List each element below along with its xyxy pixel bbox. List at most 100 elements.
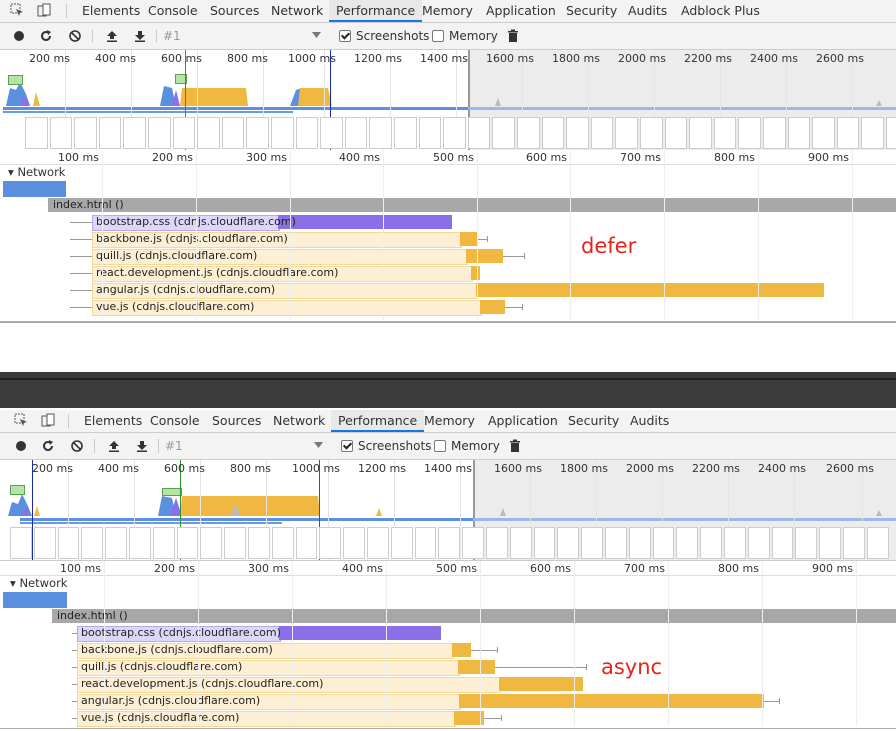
screenshot-frame[interactable] <box>176 527 199 559</box>
screenshot-frame[interactable] <box>295 117 319 149</box>
screenshot-frame[interactable] <box>123 117 146 149</box>
screenshot-frame[interactable] <box>271 117 294 149</box>
screenshot-frame[interactable] <box>533 527 556 559</box>
screenshot-frame[interactable] <box>248 527 270 559</box>
screenshot-frame[interactable] <box>343 527 365 559</box>
recording-select[interactable]: #1 <box>165 439 183 453</box>
screenshot-frame[interactable] <box>197 117 220 149</box>
device-toolbar-icon[interactable] <box>41 413 55 427</box>
screenshot-frame[interactable] <box>700 527 722 559</box>
screenshot-frame[interactable] <box>33 527 56 559</box>
screenshot-frame[interactable] <box>689 117 712 149</box>
request-download-bar[interactable] <box>459 694 764 708</box>
screenshot-frame[interactable] <box>418 117 442 149</box>
screenshot-frame[interactable] <box>886 117 896 149</box>
screenshot-frame[interactable] <box>367 527 389 559</box>
screenshot-frame[interactable] <box>390 527 413 559</box>
request-download-bar[interactable] <box>278 215 452 229</box>
trash-icon[interactable] <box>507 438 523 454</box>
device-toolbar-icon[interactable] <box>37 3 51 17</box>
memory-checkbox[interactable] <box>434 440 446 452</box>
screenshot-frame[interactable] <box>581 527 603 559</box>
screenshots-checkbox[interactable] <box>341 440 353 452</box>
request-download-bar[interactable] <box>452 643 471 657</box>
tab-network[interactable]: Network <box>264 0 330 22</box>
screenshot-frame[interactable] <box>57 527 80 559</box>
screenshot-frame[interactable] <box>98 117 122 149</box>
tab-performance[interactable]: Performance <box>329 0 423 22</box>
tab-application[interactable]: Application <box>481 410 565 432</box>
tab-memory[interactable]: Memory <box>415 0 480 22</box>
upload-icon[interactable] <box>104 28 120 44</box>
screenshot-frame[interactable] <box>271 527 294 559</box>
screenshot-frame[interactable] <box>25 117 48 149</box>
timeline-overview[interactable]: 200 ms 400 ms 600 ms 800 ms 1000 ms 1200 ms 14… <box>0 460 896 561</box>
screenshot-frame[interactable] <box>81 527 104 559</box>
screenshot-frame[interactable] <box>394 117 417 149</box>
screenshot-frame[interactable] <box>747 527 770 559</box>
screenshot-frame[interactable] <box>221 117 245 149</box>
screenshot-frame[interactable] <box>640 117 663 149</box>
screenshot-frame[interactable] <box>369 117 392 149</box>
inspect-element-icon[interactable] <box>10 3 24 17</box>
screenshot-frame[interactable] <box>517 117 540 149</box>
screenshot-frame[interactable] <box>319 527 342 559</box>
screenshot-frame[interactable] <box>320 117 343 149</box>
screenshot-frame[interactable] <box>605 527 627 559</box>
screenshot-frame[interactable] <box>566 117 589 149</box>
screenshot-frame[interactable] <box>492 117 515 149</box>
screenshot-frame[interactable] <box>763 117 786 149</box>
screenshot-frame[interactable] <box>438 527 461 559</box>
tab-console[interactable]: Console <box>143 410 207 432</box>
recording-select[interactable]: #1 <box>163 29 181 43</box>
screenshot-frame[interactable] <box>787 117 811 149</box>
screenshot-frame[interactable] <box>74 117 97 149</box>
screenshot-frame[interactable] <box>105 527 127 559</box>
network-track-label[interactable]: ▾ Network <box>8 165 65 179</box>
tab-console[interactable]: Console <box>141 0 205 22</box>
tab-security[interactable]: Security <box>559 0 624 22</box>
request-download-bar[interactable] <box>476 283 824 297</box>
download-icon[interactable] <box>134 438 150 454</box>
reload-icon[interactable] <box>40 438 56 454</box>
chevron-down-icon[interactable] <box>312 32 321 39</box>
download-icon[interactable] <box>132 28 148 44</box>
screenshot-frame[interactable] <box>486 527 508 559</box>
request-download-bar[interactable] <box>471 266 480 280</box>
reload-icon[interactable] <box>38 28 54 44</box>
screenshot-frame[interactable] <box>861 117 884 149</box>
screenshot-frame[interactable] <box>713 117 737 149</box>
screenshot-frame[interactable] <box>414 527 437 559</box>
request-download-bar[interactable] <box>458 660 495 674</box>
tab-elements[interactable]: Elements <box>77 410 149 432</box>
chevron-down-icon[interactable] <box>314 442 323 449</box>
screenshot-frame[interactable] <box>344 117 368 149</box>
tab-audits[interactable]: Audits <box>621 0 674 22</box>
screenshot-frame[interactable] <box>795 527 818 559</box>
screenshot-frame[interactable] <box>200 527 223 559</box>
screenshot-frame[interactable] <box>652 527 675 559</box>
screenshot-frame[interactable] <box>443 117 466 149</box>
tab-security[interactable]: Security <box>561 410 626 432</box>
timeline-overview[interactable]: 200 ms 400 ms 600 ms 800 ms 1000 ms 1200 ms 14… <box>0 50 896 151</box>
screenshots-checkbox[interactable] <box>339 30 351 42</box>
request-download-bar[interactable] <box>480 300 505 314</box>
screenshot-frame[interactable] <box>509 527 532 559</box>
request-download-bar[interactable] <box>499 677 583 691</box>
screenshot-frame[interactable] <box>836 117 860 149</box>
request-download-bar[interactable] <box>466 249 503 263</box>
screenshot-frame[interactable] <box>724 527 746 559</box>
tab-application[interactable]: Application <box>479 0 563 22</box>
screenshot-frame[interactable] <box>676 527 699 559</box>
network-track-label[interactable]: ▾ Network <box>10 576 67 590</box>
screenshot-frame[interactable] <box>129 527 151 559</box>
screenshot-frame[interactable] <box>49 117 73 149</box>
tab-sources[interactable]: Sources <box>205 410 268 432</box>
record-icon[interactable] <box>13 438 29 454</box>
memory-checkbox[interactable] <box>432 30 444 42</box>
screenshot-frame[interactable] <box>246 117 269 149</box>
screenshot-frame[interactable] <box>10 527 32 559</box>
screenshot-frame[interactable] <box>295 527 318 559</box>
inspect-element-icon[interactable] <box>14 413 28 427</box>
screenshot-frame[interactable] <box>615 117 638 149</box>
